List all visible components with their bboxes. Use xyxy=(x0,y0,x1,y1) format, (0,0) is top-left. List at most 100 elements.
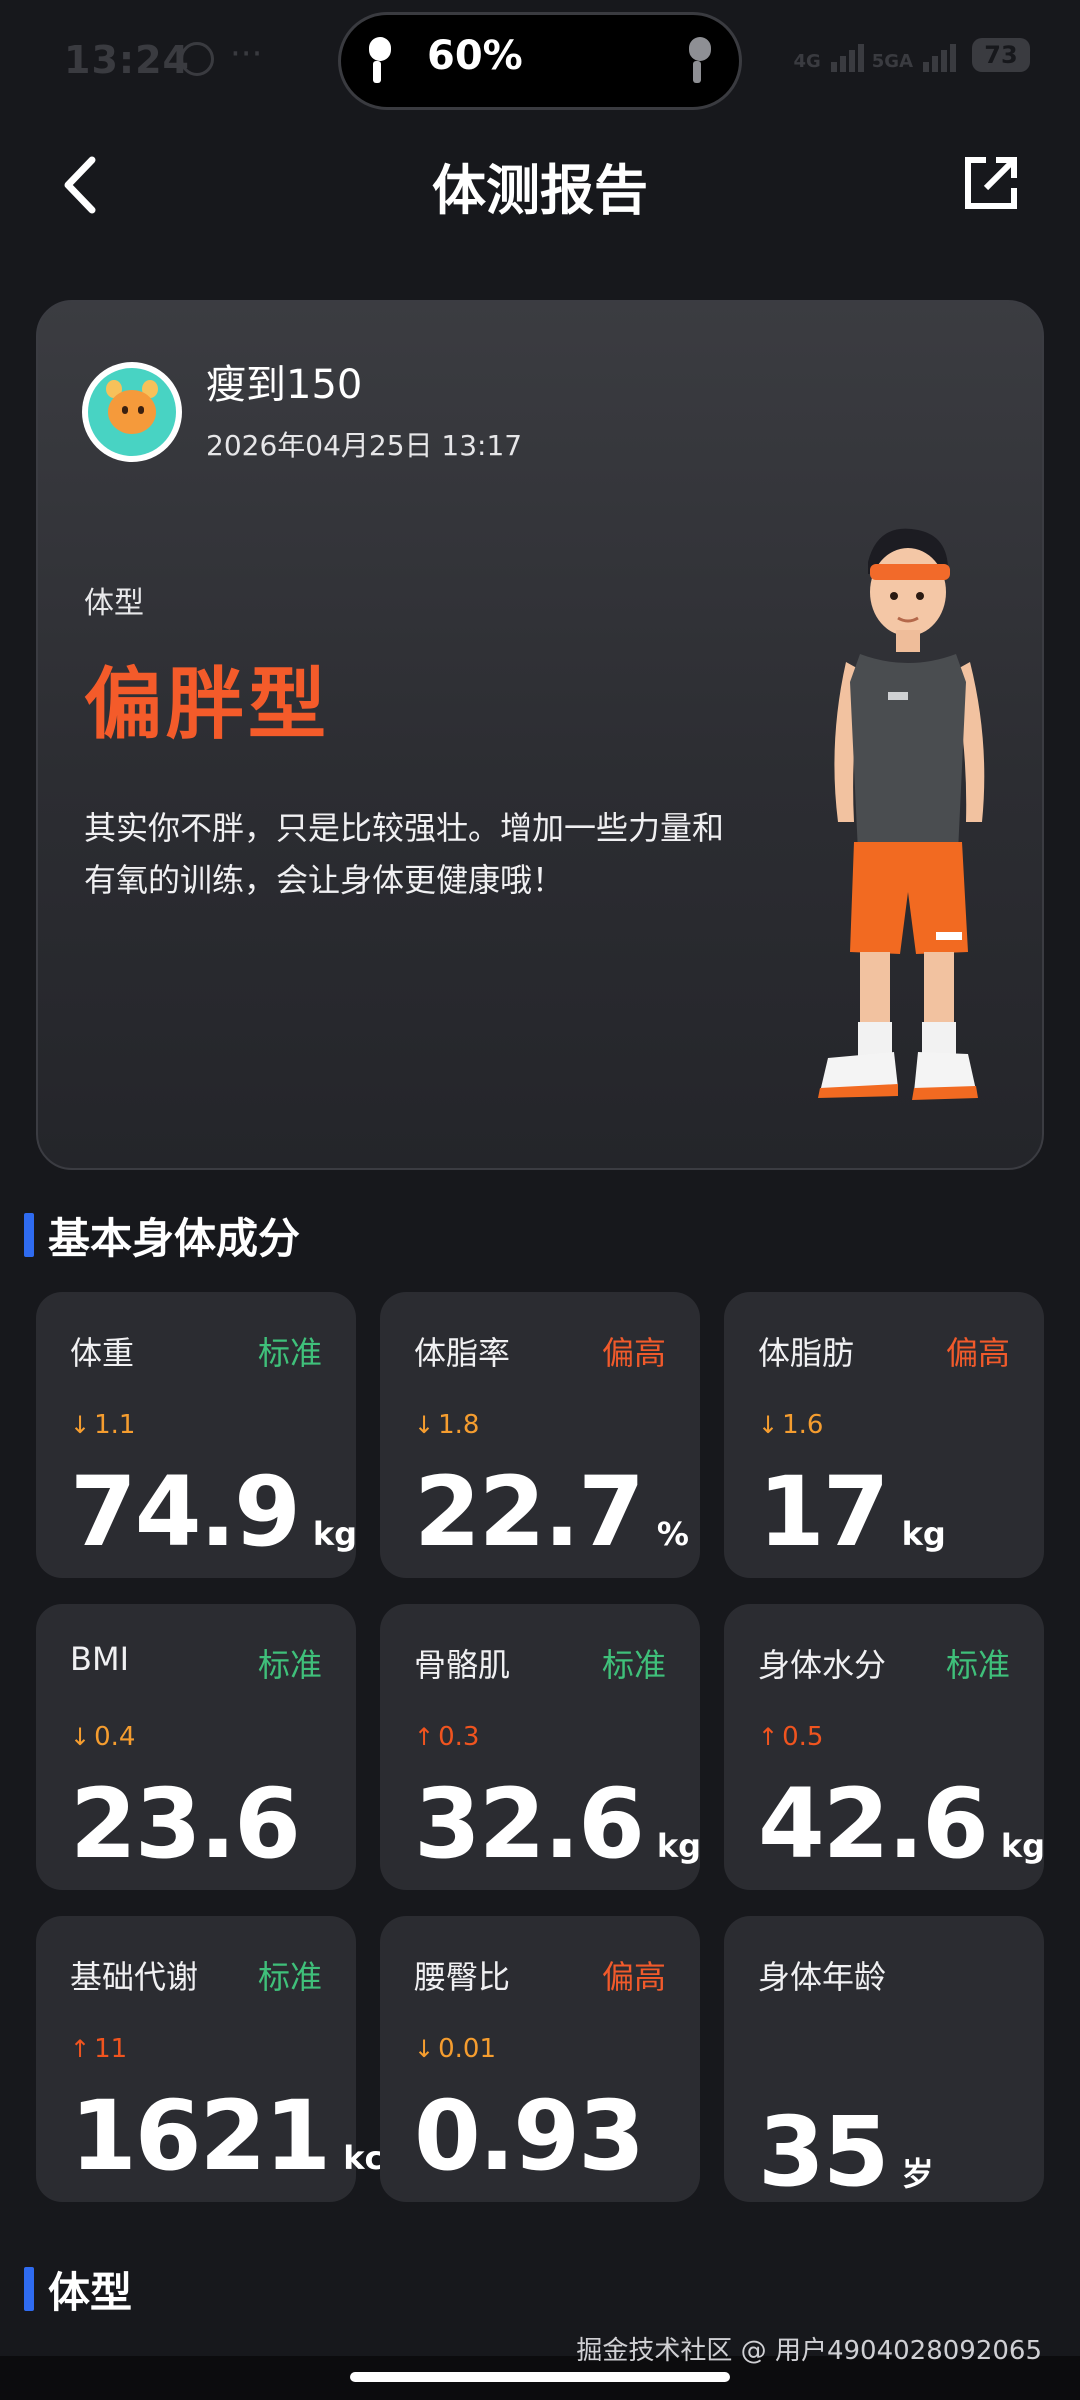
metric-name: 身体水分 xyxy=(758,1646,887,1684)
body-type-description: 其实你不胖，只是比较强壮。增加一些力量和有氧的训练，会让身体更健康哦！ xyxy=(84,809,725,899)
battery-icon: 73 xyxy=(972,38,1030,72)
page-title: 体测报告 xyxy=(432,159,648,222)
signal-icon xyxy=(830,44,864,72)
metric-unit: % xyxy=(656,1515,689,1553)
metric-change-value: 0.4 xyxy=(94,1722,136,1752)
metric-value: 23.6 xyxy=(70,1768,301,1880)
metric-unit: kg xyxy=(1000,1827,1046,1865)
metric-change-value: 1.6 xyxy=(782,1410,824,1440)
share-button[interactable] xyxy=(962,152,1022,212)
arrow-down-icon: ↓ xyxy=(414,2035,435,2063)
metric-tile[interactable]: 腰臀比 偏高 ↓ 0.01 0.93 xyxy=(380,1916,700,2202)
metric-change-value: 11 xyxy=(94,2034,128,2064)
metric-unit: kg xyxy=(656,1827,702,1865)
metric-tile[interactable]: 体脂率 偏高 ↓ 1.8 22.7% xyxy=(380,1292,700,1578)
metric-tile[interactable]: 骨骼肌 标准 ↑ 0.3 32.6 kg xyxy=(380,1604,701,1890)
metric-name: 腰臀比 xyxy=(414,1958,511,1996)
section-accent-bar xyxy=(24,2267,34,2311)
metric-tile[interactable]: 基础代谢 标准 ↑11 1621kcal xyxy=(36,1916,416,2202)
username: 瘦到150 xyxy=(206,362,363,408)
metric-tile[interactable]: 体重 标准 ↓ 1.1 74.9 kg xyxy=(36,1292,357,1578)
earbud-icon xyxy=(369,37,391,83)
metric-value-group: 0.93 xyxy=(414,2080,645,2192)
metric-value-group: 23.6 xyxy=(70,1768,301,1880)
network-label: 5GA xyxy=(871,51,913,72)
metric-change-value: 1.8 xyxy=(438,1410,480,1440)
dynamic-island[interactable]: 60% xyxy=(338,12,742,110)
metric-status-badge: 标准 xyxy=(257,1334,322,1372)
home-indicator[interactable] xyxy=(350,2372,730,2382)
share-icon xyxy=(965,157,1017,209)
metric-name: 身体年龄 xyxy=(758,1958,887,1996)
metric-name: 体脂率 xyxy=(414,1334,511,1372)
metric-change-value: 1.1 xyxy=(94,1410,136,1440)
network-label: 4G xyxy=(793,51,821,72)
metric-change: ↓ 0.4 xyxy=(70,1722,135,1752)
metric-status-badge: 偏高 xyxy=(601,1334,666,1372)
metric-unit: kg xyxy=(312,1515,358,1553)
metric-value-group: 22.7% xyxy=(414,1456,689,1568)
metric-status-badge: 偏高 xyxy=(601,1958,666,1996)
arrow-up-icon: ↑ xyxy=(414,1723,435,1751)
metric-value-group: 32.6 kg xyxy=(414,1768,701,1880)
metric-unit: 岁 xyxy=(901,2155,934,2193)
body-type-label: 体型 xyxy=(84,586,144,621)
metric-value: 42.6 xyxy=(758,1768,989,1880)
metric-change-value: 0.5 xyxy=(782,1722,824,1752)
metric-tile[interactable]: 身体水分 标准 ↑ 0.5 42.6 kg xyxy=(724,1604,1045,1890)
arrow-up-icon: ↑ xyxy=(758,1723,779,1751)
metric-change-value: 0.3 xyxy=(438,1722,480,1752)
status-time: 13:24 xyxy=(64,38,190,82)
body-type-card: 瘦到150 2026年04月25日 13:17 体型 偏胖型 其实你不胖，只是比… xyxy=(36,300,1044,1170)
metric-value: 74.9 xyxy=(70,1456,301,1568)
avatar[interactable] xyxy=(82,362,182,462)
section-header-bodytype: 体型 xyxy=(24,2264,132,2317)
metric-change: ↑ 0.5 xyxy=(758,1722,823,1752)
metric-value: 35 xyxy=(758,2096,890,2208)
metric-value: 0.93 xyxy=(414,2080,645,2192)
metric-tile[interactable]: 体脂肪 偏高 ↓ 1.6 17 kg xyxy=(724,1292,1044,1578)
metric-value-group: 74.9 kg xyxy=(70,1456,357,1568)
earbud-icon xyxy=(689,37,711,83)
metric-value-group: 42.6 kg xyxy=(758,1768,1045,1880)
metric-change: ↑ 11 xyxy=(70,2034,127,2064)
metric-status-badge: 标准 xyxy=(257,1958,322,1996)
metric-tile[interactable]: BMI 标准 ↓ 0.4 23.6 xyxy=(36,1604,356,1890)
metric-change: ↓ 1.6 xyxy=(758,1410,823,1440)
metric-change: ↓ 1.8 xyxy=(414,1410,479,1440)
metric-value: 1621 xyxy=(70,2080,331,2192)
avatar-figure-illustration xyxy=(818,528,985,1100)
metric-status-badge: 标准 xyxy=(945,1646,1010,1684)
arrow-up-icon: ↑ xyxy=(70,2035,91,2063)
status-indicators: 4G 5GA 73 xyxy=(793,38,1030,72)
measurement-datetime: 2026年04月25日 13:17 xyxy=(206,429,523,462)
metric-name: 基础代谢 xyxy=(70,1958,199,1996)
metric-value-group: 1621kcal xyxy=(70,2080,416,2192)
more-notifications-icon: ··· xyxy=(230,34,263,74)
earbud-battery: 60% xyxy=(427,33,523,79)
metric-value-group: 17 kg xyxy=(758,1456,946,1568)
metric-name: 体脂肪 xyxy=(758,1334,855,1372)
metric-change: ↓ 1.1 xyxy=(70,1410,135,1440)
signal-icon xyxy=(923,44,956,72)
arrow-down-icon: ↓ xyxy=(70,1411,91,1439)
metric-name: 体重 xyxy=(70,1334,135,1372)
metric-change-value: 0.01 xyxy=(438,2034,496,2064)
metric-status-badge: 标准 xyxy=(257,1646,322,1684)
arrow-down-icon: ↓ xyxy=(70,1723,91,1751)
metric-name: 骨骼肌 xyxy=(414,1646,511,1684)
metric-tile[interactable]: 身体年龄 35 岁 xyxy=(724,1916,1044,2208)
clock-icon xyxy=(180,42,214,76)
metric-value: 22.7 xyxy=(414,1456,645,1568)
metric-value-group: 35 岁 xyxy=(758,2096,934,2208)
status-bar: 13:24 ··· 60% 4G 5GA 73 xyxy=(0,0,1080,120)
section-header-composition: 基本身体成分 xyxy=(24,1210,300,1263)
section-title: 基本身体成分 xyxy=(48,1213,301,1263)
arrow-down-icon: ↓ xyxy=(758,1411,779,1439)
metric-status-badge: 偏高 xyxy=(945,1334,1010,1372)
metric-change: ↓ 0.01 xyxy=(414,2034,496,2064)
watermark: 掘金技术社区 @ 用户4904028092065 xyxy=(576,2336,1042,2366)
section-accent-bar xyxy=(24,1213,34,1257)
metric-change: ↑ 0.3 xyxy=(414,1722,479,1752)
metric-name: BMI xyxy=(70,1640,129,1678)
